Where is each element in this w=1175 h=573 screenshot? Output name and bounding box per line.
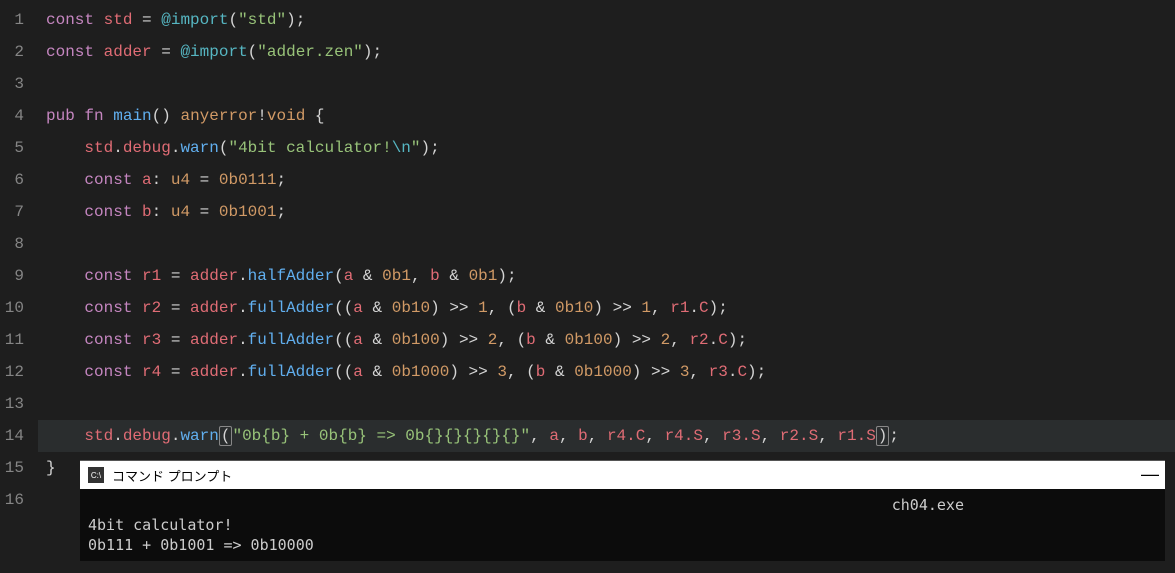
- code-line[interactable]: const adder = @import("adder.zen");: [38, 36, 1175, 68]
- line-number: 1: [0, 4, 24, 36]
- terminal-line: 4bit calculator!: [88, 516, 233, 534]
- line-number: 14: [0, 420, 24, 452]
- code-line[interactable]: std.debug.warn("4bit calculator!\n");: [38, 132, 1175, 164]
- line-number: 8: [0, 228, 24, 260]
- code-line[interactable]: const r1 = adder.halfAdder(a & 0b1, b & …: [38, 260, 1175, 292]
- code-line[interactable]: [38, 68, 1175, 100]
- code-line[interactable]: [38, 388, 1175, 420]
- code-line[interactable]: const a: u4 = 0b0111;: [38, 164, 1175, 196]
- terminal-line: 0b111 + 0b1001 => 0b10000: [88, 536, 314, 554]
- terminal-title: コマンド プロンプト: [112, 466, 232, 485]
- code-line[interactable]: const r2 = adder.fullAdder((a & 0b10) >>…: [38, 292, 1175, 324]
- terminal-output[interactable]: ch04.exe 4bit calculator! 0b111 + 0b1001…: [80, 489, 1165, 561]
- line-number: 12: [0, 356, 24, 388]
- line-number: 16: [0, 484, 24, 516]
- line-number: 2: [0, 36, 24, 68]
- line-number: 3: [0, 68, 24, 100]
- line-number: 4: [0, 100, 24, 132]
- line-number: 15: [0, 452, 24, 484]
- bracket-match-icon: ): [876, 426, 890, 446]
- code-line[interactable]: const std = @import("std");: [38, 4, 1175, 36]
- line-number: 7: [0, 196, 24, 228]
- code-line[interactable]: const b: u4 = 0b1001;: [38, 196, 1175, 228]
- code-line[interactable]: const r3 = adder.fullAdder((a & 0b100) >…: [38, 324, 1175, 356]
- line-number: 11: [0, 324, 24, 356]
- code-line[interactable]: pub fn main() anyerror!void {: [38, 100, 1175, 132]
- terminal-window: C:\ コマンド プロンプト — ch04.exe 4bit calculato…: [80, 460, 1165, 561]
- terminal-line: [88, 496, 892, 514]
- code-line[interactable]: const r4 = adder.fullAdder((a & 0b1000) …: [38, 356, 1175, 388]
- terminal-line: ch04.exe: [892, 496, 964, 514]
- code-line[interactable]: [38, 228, 1175, 260]
- line-number: 10: [0, 292, 24, 324]
- line-number: 5: [0, 132, 24, 164]
- terminal-titlebar[interactable]: C:\ コマンド プロンプト —: [80, 461, 1165, 489]
- line-number: 9: [0, 260, 24, 292]
- line-number: 6: [0, 164, 24, 196]
- terminal-icon: C:\: [88, 467, 104, 483]
- line-number-gutter: 1 2 3 4 5 6 7 8 9 10 11 12 13 14 15 16: [0, 0, 38, 573]
- bracket-match-icon: (: [219, 426, 233, 446]
- minimize-icon[interactable]: —: [1141, 465, 1159, 483]
- line-number: 13: [0, 388, 24, 420]
- code-line-active[interactable]: std.debug.warn("0b{b} + 0b{b} => 0b{}{}{…: [38, 420, 1175, 452]
